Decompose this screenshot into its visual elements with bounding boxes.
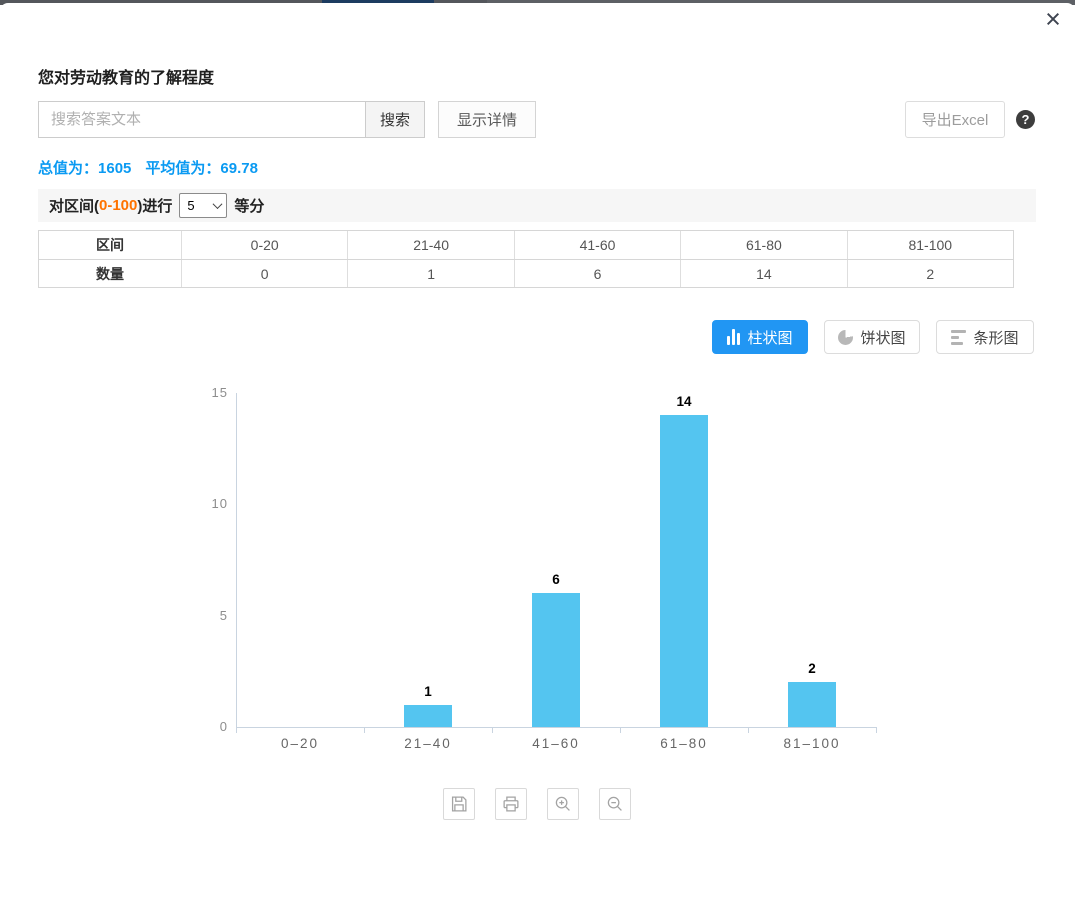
search-button[interactable]: 搜索: [365, 101, 425, 138]
y-axis-tick-label: 5: [150, 608, 228, 623]
x-axis-tick: [492, 727, 493, 733]
x-axis-tick: [748, 727, 749, 733]
x-axis-tick: [876, 727, 877, 733]
bar-value-label: 1: [398, 684, 458, 699]
count-header-cell: 数量: [39, 260, 181, 287]
x-axis-tick: [364, 727, 365, 733]
table-cell-interval: 21-40: [347, 231, 513, 259]
save-image-button[interactable]: [443, 788, 475, 820]
tab-bar-chart[interactable]: 柱状图: [712, 320, 808, 354]
average-value: 69.78: [220, 160, 258, 177]
print-button[interactable]: [495, 788, 527, 820]
tab-horizontal-bar-chart-label: 条形图: [973, 327, 1018, 348]
partition-range: 0-100: [99, 197, 137, 214]
chart-bar: [788, 682, 836, 727]
table-cell-interval: 81-100: [847, 231, 1013, 259]
y-axis-tick-label: 10: [150, 496, 228, 511]
bar-value-label: 14: [654, 394, 714, 409]
interval-table: 区间 0-2021-4041-6061-8081-100 数量 016142: [38, 230, 1014, 288]
search-input[interactable]: [38, 101, 366, 138]
pie-chart-icon: [838, 330, 853, 345]
table-cell-count: 1: [347, 260, 513, 287]
zoom-in-icon: [552, 793, 574, 815]
table-cell-interval: 61-80: [680, 231, 846, 259]
partition-text-after: 等分: [234, 195, 264, 216]
bar-value-label: 6: [526, 572, 586, 587]
stats-line: 总值为：1605 平均值为：69.78: [38, 157, 258, 178]
total-label: 总值为：: [38, 160, 98, 177]
chart-toolbar: [443, 788, 631, 820]
partition-select-value: 5: [187, 198, 194, 213]
tab-bar-chart-label: 柱状图: [747, 327, 792, 348]
bar-chart: 0 5 10 15 0–20 1 21–40 6 41–60 14 61–80 2 81–100: [0, 380, 1075, 780]
table-cell-count: 6: [514, 260, 680, 287]
table-cell-interval: 0-20: [181, 231, 347, 259]
partition-band: 对区间(0-100)进行 5 等分: [38, 189, 1036, 222]
x-axis-category-label: 81–100: [748, 736, 876, 751]
chevron-down-icon: [213, 199, 223, 209]
total-value: 1605: [98, 160, 131, 177]
tab-horizontal-bar-chart[interactable]: 条形图: [936, 320, 1034, 354]
zoom-in-button[interactable]: [547, 788, 579, 820]
chart-bar: [404, 705, 452, 727]
bar-value-label: 2: [782, 661, 842, 676]
y-axis-line: [236, 393, 237, 727]
show-details-button[interactable]: 显示详情: [438, 101, 536, 138]
interval-header-cell: 区间: [39, 231, 181, 259]
bar-chart-icon: [727, 329, 740, 345]
table-row-intervals: 区间 0-2021-4041-6061-8081-100: [39, 231, 1013, 259]
save-icon: [448, 793, 470, 815]
table-cell-count: 14: [680, 260, 846, 287]
x-axis-category-label: 41–60: [492, 736, 620, 751]
zoom-out-button[interactable]: [599, 788, 631, 820]
export-excel-button[interactable]: 导出Excel: [905, 101, 1005, 138]
close-icon[interactable]: ×: [1038, 4, 1068, 34]
average-label: 平均值为：: [145, 160, 220, 177]
y-axis-tick-label: 15: [150, 385, 228, 400]
x-axis-category-label: 0–20: [236, 736, 364, 751]
table-cell-count: 0: [181, 260, 347, 287]
x-axis-category-label: 21–40: [364, 736, 492, 751]
partition-text-before: 对区间(: [49, 195, 99, 216]
y-axis-tick-label: 0: [150, 719, 228, 734]
table-cell-count: 2: [847, 260, 1013, 287]
x-axis-tick: [236, 727, 237, 733]
question-title: 您对劳动教育的了解程度: [38, 64, 214, 88]
partition-text-middle: )进行: [137, 195, 172, 216]
x-axis-tick: [620, 727, 621, 733]
help-icon[interactable]: ?: [1016, 110, 1035, 129]
partition-count-select[interactable]: 5: [179, 193, 227, 218]
print-icon: [500, 793, 522, 815]
zoom-out-icon: [604, 793, 626, 815]
x-axis-category-label: 61–80: [620, 736, 748, 751]
horizontal-bar-chart-icon: [951, 329, 966, 345]
table-cell-interval: 41-60: [514, 231, 680, 259]
tab-pie-chart-label: 饼状图: [860, 327, 905, 348]
tab-pie-chart[interactable]: 饼状图: [824, 320, 920, 354]
chart-bar: [660, 415, 708, 727]
table-row-counts: 数量 016142: [39, 259, 1013, 287]
x-axis-line: [236, 727, 877, 728]
chart-bar: [532, 593, 580, 727]
